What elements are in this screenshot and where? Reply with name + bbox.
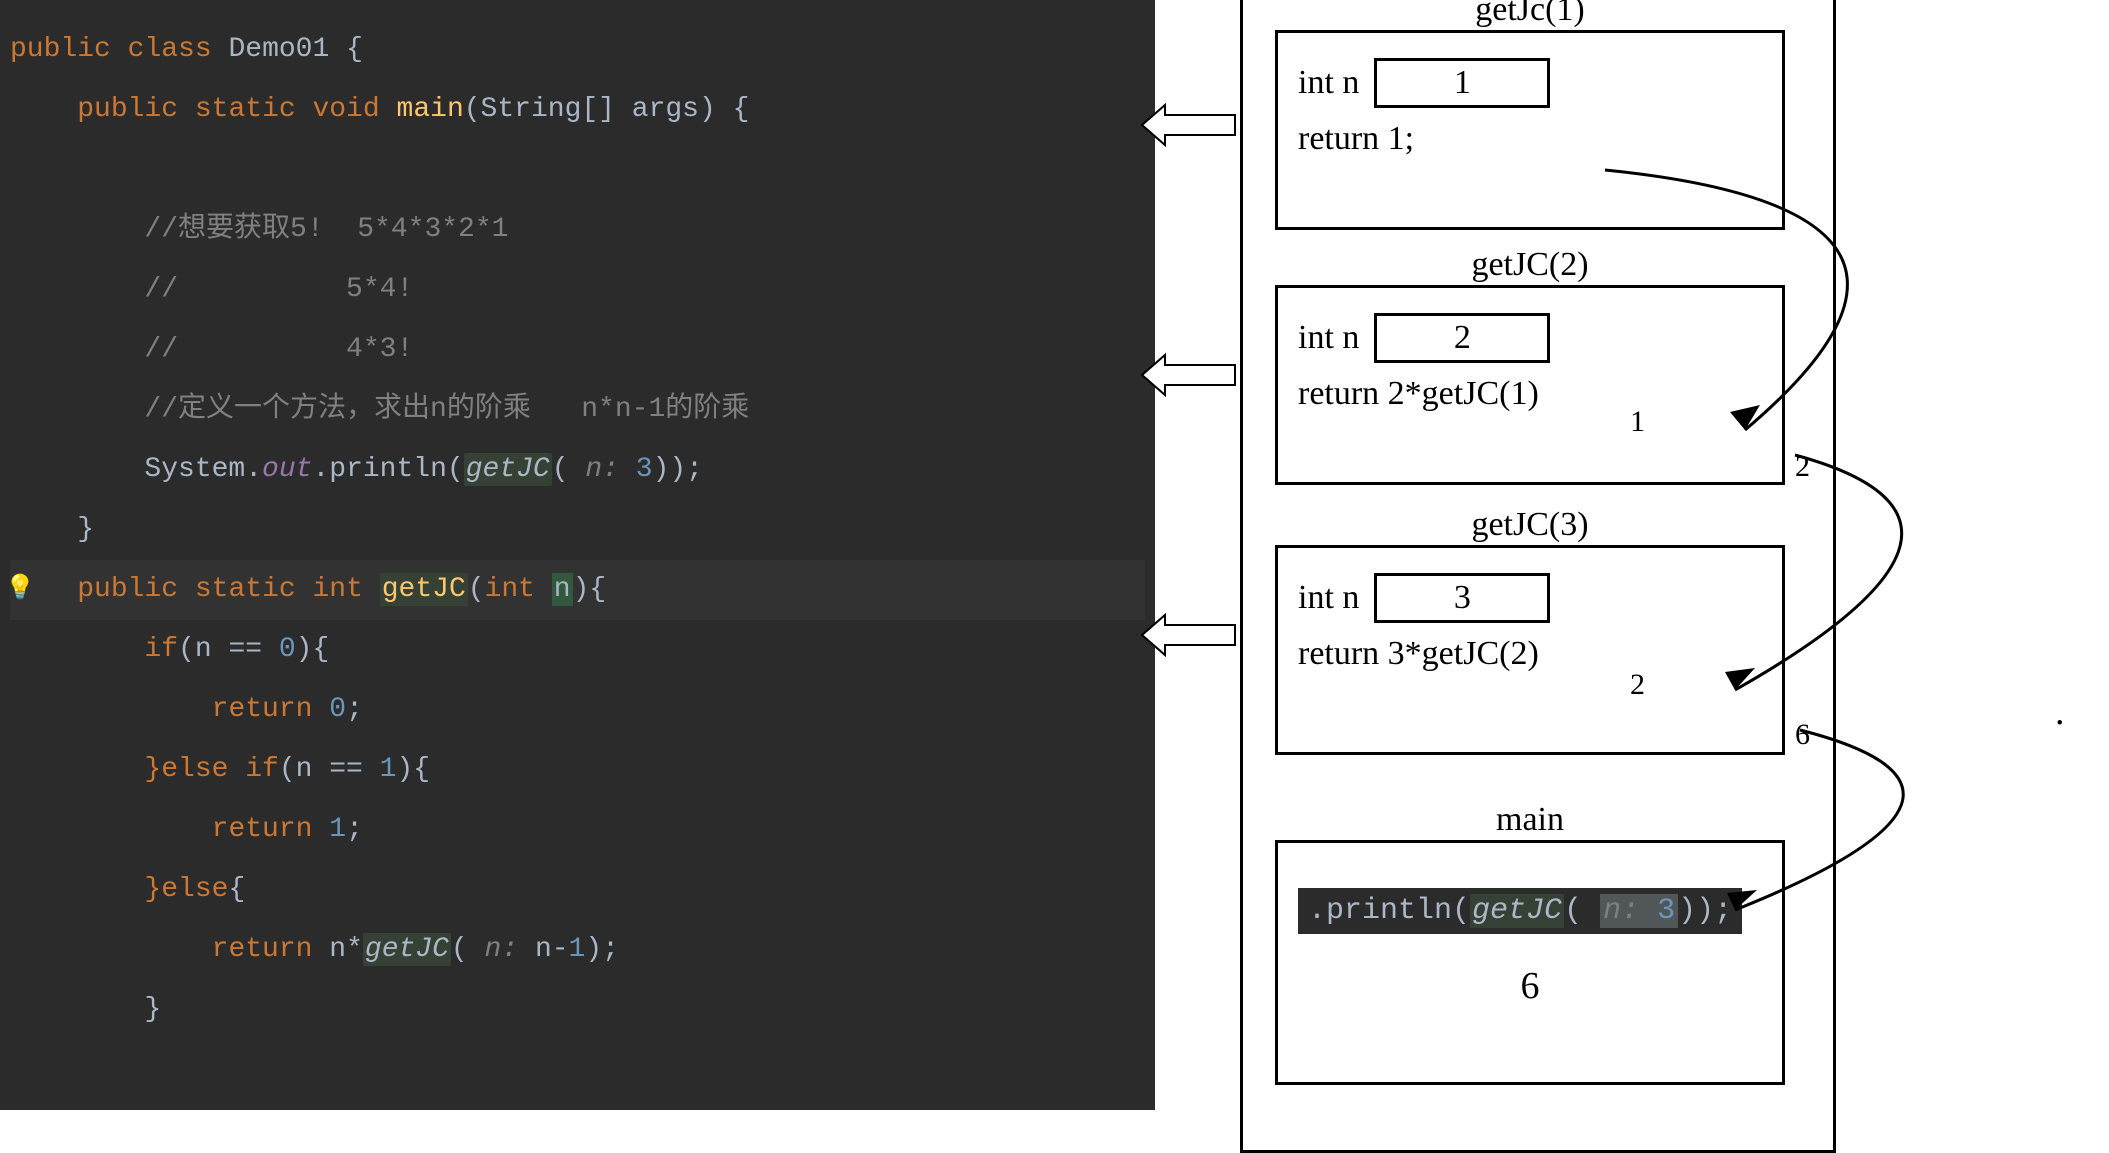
keyword-void: void [313, 94, 380, 125]
code-closebrace-main[interactable]: } [10, 500, 1145, 560]
code-return0-line[interactable]: return 0; [10, 680, 1145, 740]
frame3-var-value: 3 [1374, 573, 1550, 623]
frame2-var-label: int n [1298, 319, 1359, 357]
frame1-var-row: int n 1 [1298, 58, 1762, 108]
call-getjc: getJC [464, 453, 552, 486]
lightbulb-icon[interactable]: 💡 [5, 560, 35, 620]
frame1-title: getJc(1) [1475, 0, 1585, 29]
keyword-public: public [77, 94, 178, 125]
arrow-left-icon [1140, 100, 1240, 150]
code-return-recursive[interactable]: return n*getJC( n: n-1); [10, 920, 1145, 980]
params-main: (String[] args) { [464, 94, 750, 125]
method-main: main [397, 94, 464, 125]
code-if-line[interactable]: if(n == 0){ [10, 620, 1145, 680]
method-getjc: getJC [380, 573, 468, 606]
frame4-title: main [1496, 801, 1564, 839]
code-editor-panel: public class Demo01 { public static void… [0, 0, 1155, 1110]
code-return1-line[interactable]: return 1; [10, 800, 1145, 860]
frame1-var-label: int n [1298, 64, 1359, 102]
code-comment-4[interactable]: //定义一个方法，求出n的阶乘 n*n-1的阶乘 [10, 380, 1145, 440]
code-getjc-decl[interactable]: 💡 public static int getJC(int n){ [10, 560, 1145, 620]
code-line-2[interactable]: public static void main(String[] args) { [10, 80, 1145, 140]
code-elseif-line[interactable]: }else if(n == 1){ [10, 740, 1145, 800]
frame2-title: getJC(2) [1471, 246, 1588, 284]
frame1-var-value: 1 [1374, 58, 1550, 108]
code-line-blank1[interactable] [10, 140, 1145, 200]
diagram-panel: getJc(1) int n 1 return 1; getJC(2) int … [1155, 0, 2109, 1141]
code-println-line[interactable]: System.out.println(getJC( n: 3)); [10, 440, 1145, 500]
frame4-result: 6 [1298, 964, 1762, 1008]
code-else-line[interactable]: }else{ [10, 860, 1145, 920]
code-comment-3[interactable]: // 4*3! [10, 320, 1145, 380]
frame3-title: getJC(3) [1471, 506, 1588, 544]
code-comment-1[interactable]: //想要获取5! 5*4*3*2*1 [10, 200, 1145, 260]
frame3-var-label: int n [1298, 579, 1359, 617]
frame2-var-value: 2 [1374, 313, 1550, 363]
class-name: Demo01 [228, 34, 329, 65]
code-comment-2[interactable]: // 5*4! [10, 260, 1145, 320]
arrow-left-icon [1140, 610, 1240, 660]
curve-arrow-2 [1585, 430, 2085, 730]
keyword-public: public [10, 34, 111, 65]
code-line-1[interactable]: public class Demo01 { [10, 20, 1145, 80]
arrow-left-icon [1140, 350, 1240, 400]
keyword-class: class [128, 34, 212, 65]
curve-arrow-3 [1585, 700, 2085, 960]
keyword-static: static [195, 94, 296, 125]
code-closebrace-else[interactable]: } [10, 980, 1145, 1040]
